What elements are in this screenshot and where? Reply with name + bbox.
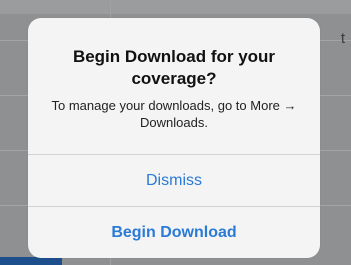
- background-header: [0, 0, 351, 14]
- alert-content: Begin Download for your coverage? To man…: [28, 18, 320, 154]
- background-peek-text: t: [340, 30, 345, 47]
- alert-title: Begin Download for your coverage?: [72, 47, 276, 88]
- background-tab-bar-strip: [0, 257, 62, 265]
- begin-download-button[interactable]: Begin Download: [28, 206, 320, 258]
- download-alert-dialog: Begin Download for your coverage? To man…: [28, 18, 320, 258]
- alert-message: To manage your downloads, go to More → D…: [51, 98, 297, 130]
- dismiss-button[interactable]: Dismiss: [28, 154, 320, 206]
